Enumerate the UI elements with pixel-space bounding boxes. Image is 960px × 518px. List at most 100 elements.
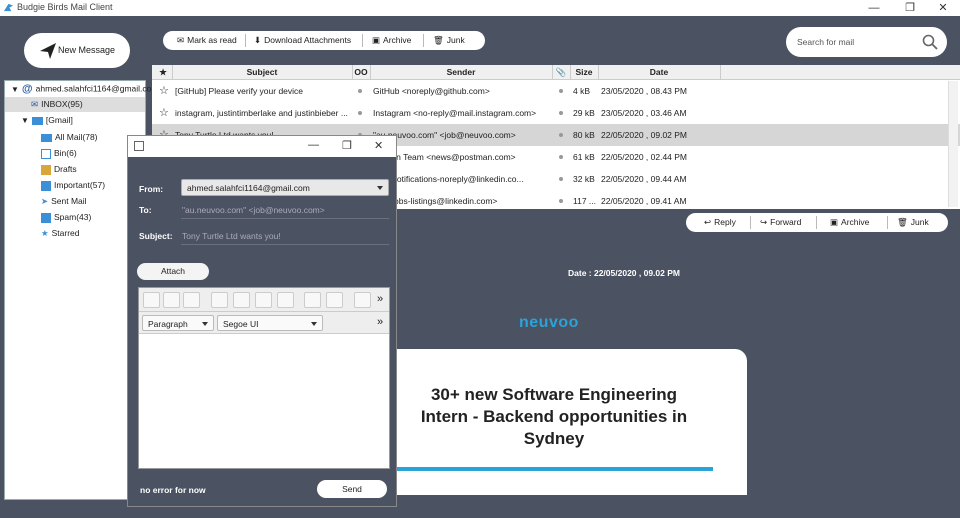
to-field[interactable]: "au.neuvoo.com" <job@neuvoo.com> [182, 205, 325, 215]
folder-sent[interactable]: ➤ Sent Mail [41, 196, 87, 207]
paste-icon[interactable] [183, 292, 200, 308]
folder-important[interactable]: Important(57) [41, 180, 105, 191]
search-icon[interactable] [922, 34, 938, 50]
sent-icon: ➤ [41, 196, 49, 207]
column-divider [720, 65, 721, 80]
row-date: 23/05/2020 , 08.43 PM [601, 86, 688, 96]
indent-icon[interactable] [326, 292, 343, 308]
star-outline-icon[interactable]: ☆ [159, 106, 169, 119]
from-select[interactable]: ahmed.salahfci1164@gmail.com [181, 179, 389, 196]
at-icon: @ [21, 83, 33, 95]
reply-button[interactable]: ↩ Reply [704, 213, 736, 232]
junk-message-button[interactable]: 🗑 Junk [897, 213, 929, 232]
star-outline-icon[interactable]: ☆ [159, 84, 169, 97]
folder-inbox[interactable]: ✉ INBOX(95) [5, 97, 145, 112]
junk-button[interactable]: 🗑 Junk [433, 31, 465, 50]
attach-button[interactable]: Attach [137, 263, 209, 280]
forward-button[interactable]: ↪ Forward [760, 213, 801, 232]
compose-minimize-button[interactable]: — [308, 139, 319, 151]
header-oo[interactable]: OO [352, 67, 370, 77]
folder-gmail[interactable]: ▼ [Gmail] [21, 115, 73, 125]
send-button[interactable]: Send [317, 480, 387, 498]
archive-message-button[interactable]: ▣ Archive [830, 213, 869, 232]
chevron-down-icon [202, 322, 208, 326]
junk-label: Junk [446, 35, 465, 45]
row-date: 22/05/2020 , 09.41 AM [601, 196, 687, 206]
trash-icon: 🗑 [897, 217, 908, 228]
paragraph-select[interactable]: Paragraph [142, 315, 214, 331]
close-button[interactable]: ✕ [929, 0, 957, 16]
status-text: no error for now [140, 485, 206, 495]
maximize-button[interactable]: ❐ [896, 0, 924, 16]
header-sender[interactable]: Sender [370, 67, 552, 77]
row-date: 22/05/2020 , 09.44 AM [601, 174, 687, 184]
mail-toolbar: ✉ Mark as read ⬇ Download Attachments ▣ Arc… [163, 31, 485, 50]
font-select[interactable]: Segoe UI [217, 315, 323, 331]
toolbar-divider [423, 34, 424, 47]
header-star[interactable]: ★ [158, 67, 168, 78]
folder-bin[interactable]: Bin(6) [41, 148, 77, 159]
editor-toolbar-font: Paragraph Segoe UI » [139, 312, 389, 334]
forward-icon: ↪ [760, 217, 768, 228]
header-size[interactable]: Size [570, 67, 598, 77]
archive-button[interactable]: ▣ Archive [372, 31, 411, 50]
attachment-dot [559, 177, 563, 181]
window-title: Budgie Birds Mail Client [17, 2, 113, 12]
title-bar: Budgie Birds Mail Client — ❐ ✕ [0, 0, 960, 16]
new-message-button[interactable]: New Message [24, 33, 130, 68]
row-date: 22/05/2020 , 02.44 PM [601, 152, 688, 162]
star-icon: ★ [41, 228, 49, 239]
table-row[interactable]: ☆ [GitHub] Please verify your device Git… [152, 80, 960, 102]
table-scrollbar[interactable] [948, 81, 958, 207]
accent-divider [395, 467, 713, 471]
more-fonts-icon[interactable]: » [377, 316, 383, 328]
from-label: From: [139, 184, 164, 194]
more-tools-icon[interactable]: » [377, 293, 383, 305]
editor-body[interactable] [139, 335, 389, 468]
align-justify-icon[interactable] [277, 292, 294, 308]
minimize-button[interactable]: — [860, 0, 888, 16]
folder-all-mail[interactable]: All Mail(78) [41, 132, 98, 142]
paperclip-icon[interactable]: 📎 [552, 67, 570, 78]
search-box[interactable]: Search for mail [786, 27, 947, 57]
header-subject[interactable]: Subject [172, 67, 352, 77]
copy-icon[interactable] [163, 292, 180, 308]
reply-label: Reply [714, 217, 736, 227]
neuvoo-logo[interactable]: neuvoo [519, 314, 579, 332]
list-icon[interactable] [354, 292, 371, 308]
account-node[interactable]: ▼ @ ahmed.salahfci1164@gmail.com [11, 83, 158, 95]
folder-drafts[interactable]: Drafts [41, 164, 77, 175]
attachment-dot [559, 111, 563, 115]
mark-as-read-button[interactable]: ✉ Mark as read [177, 31, 237, 50]
table-row[interactable]: ☆ instagram, justintimberlake and justin… [152, 102, 960, 124]
headline-line-2: Intern - Backend opportunities in [420, 407, 688, 426]
folder-starred[interactable]: ★ Starred [41, 228, 80, 239]
cut-icon[interactable] [143, 292, 160, 308]
drafts-icon [41, 164, 51, 175]
folder-spam-label: Spam(43) [54, 212, 92, 222]
search-input[interactable]: Search for mail [797, 37, 854, 47]
download-attachments-button[interactable]: ⬇ Download Attachments [254, 31, 351, 50]
important-icon [41, 180, 51, 191]
editor-toolbar-format: » [139, 288, 389, 312]
row-size: 80 kB [573, 130, 595, 140]
window-icon [134, 141, 144, 151]
message-date: Date : 22/05/2020 , 09.02 PM [568, 268, 680, 278]
from-value: ahmed.salahfci1164@gmail.com [187, 183, 310, 193]
compose-close-button[interactable]: ✕ [374, 139, 383, 152]
email-headline[interactable]: 30+ new Software Engineering Intern - Ba… [395, 384, 713, 450]
attachment-dot [559, 155, 563, 159]
align-center-icon[interactable] [233, 292, 250, 308]
header-date[interactable]: Date [598, 67, 720, 77]
to-label: To: [139, 205, 152, 215]
folder-icon [41, 133, 52, 142]
align-right-icon[interactable] [255, 292, 272, 308]
folder-spam[interactable]: Spam(43) [41, 212, 91, 223]
subject-field[interactable]: Tony Turtle Ltd wants you! [182, 231, 281, 241]
row-size: 29 kB [573, 108, 595, 118]
align-left-icon[interactable] [211, 292, 228, 308]
outdent-icon[interactable] [304, 292, 321, 308]
compose-maximize-button[interactable]: ❐ [342, 139, 352, 152]
folder-important-label: Important(57) [54, 180, 106, 190]
row-sender: dIn <notifications-noreply@linkedin.co..… [373, 174, 524, 184]
